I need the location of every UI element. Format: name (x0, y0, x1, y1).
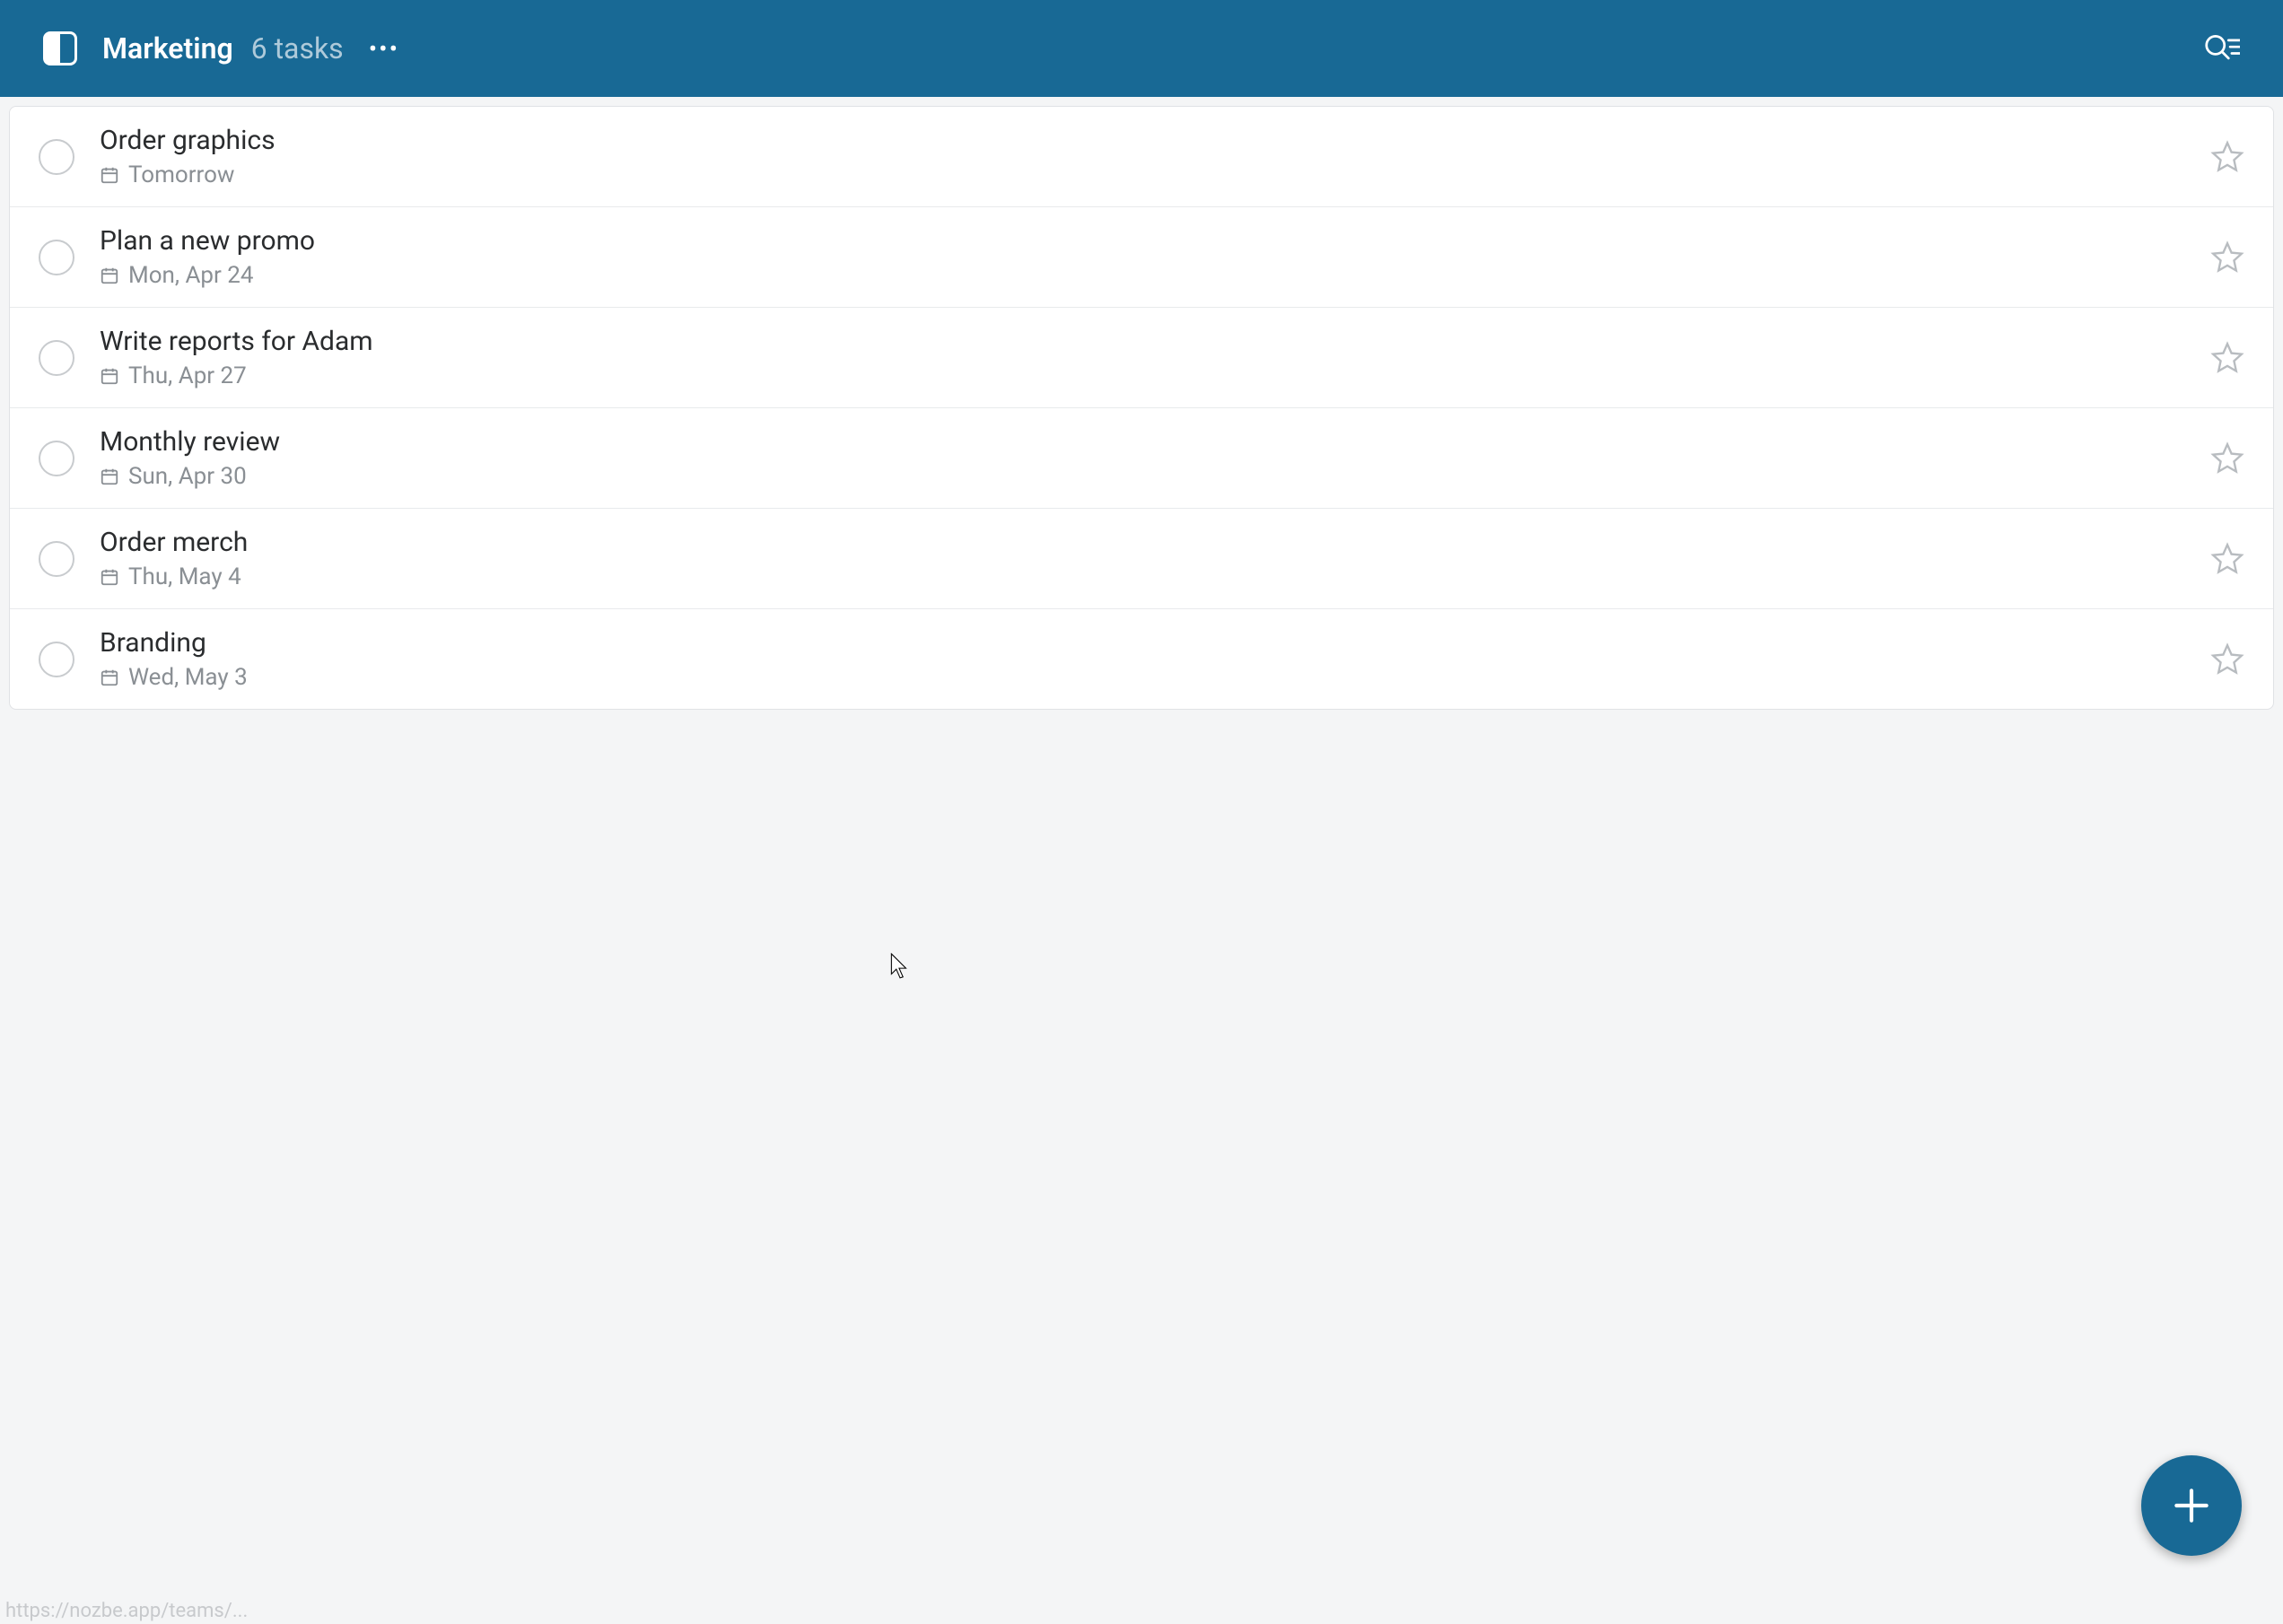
task-checkbox[interactable] (39, 139, 74, 175)
task-date: Thu, Apr 27 (128, 362, 247, 389)
task-date-row: Mon, Apr 24 (100, 262, 2210, 289)
task-date: Thu, May 4 (128, 563, 241, 590)
task-item[interactable]: Plan a new promo Mon, Apr 24 (10, 207, 2273, 308)
task-checkbox[interactable] (39, 642, 74, 677)
task-content: Branding Wed, May 3 (100, 627, 2210, 691)
task-item[interactable]: Order graphics Tomorrow (10, 107, 2273, 207)
task-item[interactable]: Branding Wed, May 3 (10, 609, 2273, 709)
task-content: Plan a new promo Mon, Apr 24 (100, 225, 2210, 289)
search-button[interactable] (2204, 31, 2240, 66)
mouse-cursor (890, 953, 910, 980)
task-content: Order graphics Tomorrow (100, 125, 2210, 188)
task-content: Write reports for Adam Thu, Apr 27 (100, 326, 2210, 389)
page-title: Marketing (102, 31, 233, 65)
plus-icon (2169, 1483, 2214, 1528)
task-count-label: 6 tasks (251, 31, 344, 65)
task-content: Monthly review Sun, Apr 30 (100, 426, 2210, 490)
task-item[interactable]: Monthly review Sun, Apr 30 (10, 408, 2273, 509)
task-title: Order graphics (100, 125, 2210, 156)
calendar-icon (100, 467, 119, 486)
task-item[interactable]: Order merch Thu, May 4 (10, 509, 2273, 609)
task-date: Sun, Apr 30 (128, 463, 247, 490)
task-title: Order merch (100, 527, 2210, 558)
task-title: Write reports for Adam (100, 326, 2210, 357)
calendar-icon (100, 266, 119, 285)
task-checkbox[interactable] (39, 340, 74, 376)
task-checkbox[interactable] (39, 541, 74, 577)
task-date: Wed, May 3 (128, 664, 248, 691)
task-item[interactable]: Write reports for Adam Thu, Apr 27 (10, 308, 2273, 408)
app-header: Marketing 6 tasks ••• (0, 0, 2283, 97)
task-date: Mon, Apr 24 (128, 262, 254, 289)
star-icon[interactable] (2210, 140, 2244, 174)
task-title: Branding (100, 627, 2210, 659)
calendar-icon (100, 366, 119, 386)
task-title: Plan a new promo (100, 225, 2210, 257)
app-logo-icon[interactable] (43, 31, 77, 65)
star-icon[interactable] (2210, 240, 2244, 275)
status-bar-url: https://nozbe.app/teams/... (0, 1598, 253, 1624)
star-icon[interactable] (2210, 441, 2244, 476)
task-checkbox[interactable] (39, 240, 74, 275)
task-date-row: Thu, May 4 (100, 563, 2210, 590)
task-date: Tomorrow (128, 162, 234, 188)
star-icon[interactable] (2210, 341, 2244, 375)
calendar-icon (100, 668, 119, 687)
task-date-row: Tomorrow (100, 162, 2210, 188)
search-filter-icon (2204, 31, 2240, 66)
task-date-row: Thu, Apr 27 (100, 362, 2210, 389)
task-title: Monthly review (100, 426, 2210, 458)
add-task-button[interactable] (2141, 1455, 2242, 1556)
calendar-icon (100, 567, 119, 587)
task-date-row: Wed, May 3 (100, 664, 2210, 691)
task-content: Order merch Thu, May 4 (100, 527, 2210, 590)
more-options-icon[interactable]: ••• (369, 34, 399, 64)
task-date-row: Sun, Apr 30 (100, 463, 2210, 490)
star-icon[interactable] (2210, 642, 2244, 677)
calendar-icon (100, 165, 119, 185)
star-icon[interactable] (2210, 542, 2244, 576)
task-checkbox[interactable] (39, 441, 74, 476)
task-list: Order graphics Tomorrow Plan a new promo… (9, 106, 2274, 710)
